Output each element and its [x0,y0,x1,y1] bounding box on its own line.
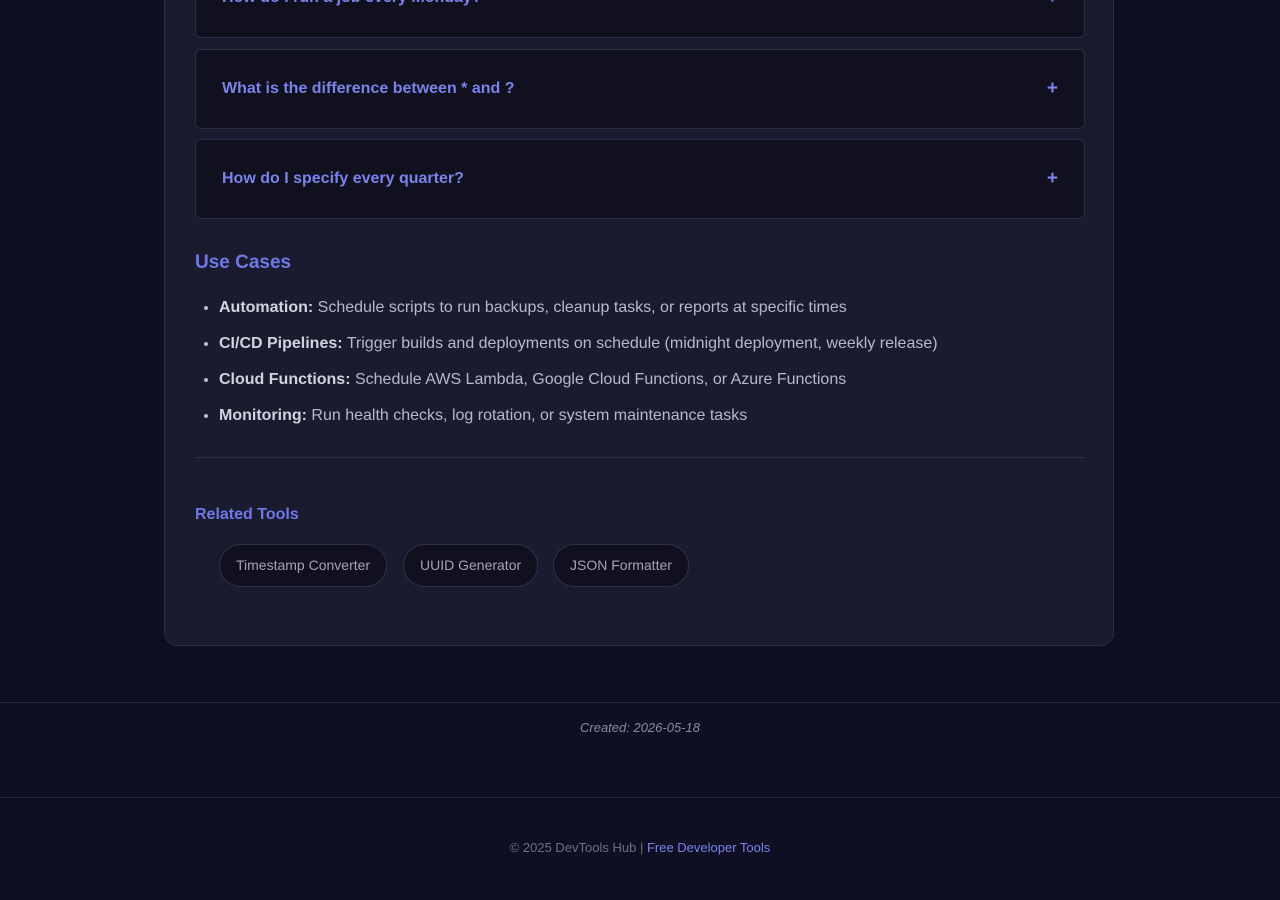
created-date: Created: 2026-05-18 [580,720,700,735]
use-case-text: Run health checks, log rotation, or syst… [306,407,748,424]
footer: © 2025 DevTools Hub | Free Developer Too… [0,840,1280,855]
list-item: CI/CD Pipelines: Trigger builds and depl… [219,326,1099,362]
use-cases-heading: Use Cases [195,252,292,273]
use-case-label: Cloud Functions: [219,371,351,388]
list-item: Cloud Functions: Schedule AWS Lambda, Go… [219,362,1099,398]
use-case-label: Monitoring: [219,407,307,424]
expand-plus-icon[interactable]: + [1047,50,1058,128]
use-case-text: Trigger builds and deployments on schedu… [342,335,938,352]
related-tool-uuid-generator[interactable]: UUID Generator [403,544,539,587]
faq-item-wildcard-difference[interactable]: What is the difference between * and ? + [195,49,1085,129]
faq-item-monday[interactable]: How do I run a job every Monday? + [195,0,1085,38]
meta-divider [0,702,1280,703]
use-case-label: Automation: [219,299,314,316]
section-divider [195,457,1085,458]
faq-question: How do I run a job every Monday? [222,0,482,37]
related-tools-heading: Related Tools [195,506,299,523]
footer-copyright: © 2025 DevTools Hub | [509,840,647,855]
related-tool-timestamp-converter[interactable]: Timestamp Converter [219,544,388,587]
faq-question: How do I specify every quarter? [222,170,464,187]
faq-item-quarter[interactable]: How do I specify every quarter? + [195,139,1085,219]
footer-divider [0,797,1280,798]
expand-plus-icon[interactable]: + [1047,0,1058,37]
list-item: Automation: Schedule scripts to run back… [219,290,1099,326]
use-case-text: Schedule scripts to run backups, cleanup… [313,299,847,316]
use-cases-list: Automation: Schedule scripts to run back… [195,290,1099,434]
faq-question: What is the difference between * and ? [222,80,515,97]
footer-link-free-tools[interactable]: Free Developer Tools [647,840,770,855]
expand-plus-icon[interactable]: + [1047,140,1058,218]
related-tool-json-formatter[interactable]: JSON Formatter [553,544,689,587]
use-case-label: CI/CD Pipelines: [219,335,343,352]
use-case-text: Schedule AWS Lambda, Google Cloud Functi… [350,371,847,388]
list-item: Monitoring: Run health checks, log rotat… [219,398,1099,434]
